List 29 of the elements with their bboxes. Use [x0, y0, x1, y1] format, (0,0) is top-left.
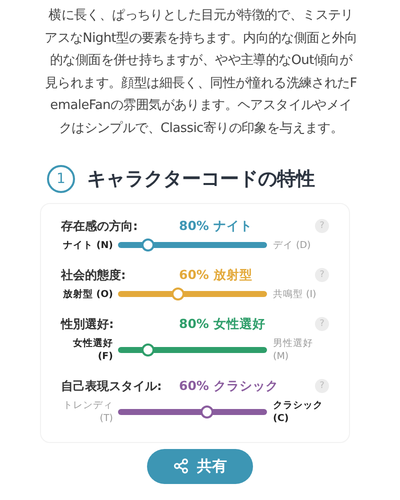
trait-label: 存在感の方向: — [61, 218, 139, 235]
trait-label: 自己表現スタイル: — [61, 378, 163, 395]
pole-label: ナイト (N) — [62, 238, 113, 252]
pole-label: 男性選好 (M) — [273, 336, 314, 363]
trait-label: 性別選好: — [61, 316, 115, 333]
slider-thumb[interactable] — [171, 288, 184, 301]
share-button[interactable]: 共有 — [147, 448, 253, 484]
trait-reading: 60% クラシック — [179, 378, 280, 395]
slider-thumb[interactable] — [141, 238, 154, 252]
pole-label: 共鳴型 (I) — [273, 288, 318, 301]
pole-label: 放射型 (O) — [62, 288, 113, 301]
help-button[interactable]: ? — [315, 379, 329, 394]
pole-label: 女性選好 (F) — [72, 336, 113, 363]
pole-label: トレンディ (T) — [62, 398, 113, 425]
section-number: 1 — [47, 164, 75, 193]
trait-reading: 60% 放射型 — [179, 266, 254, 284]
help-button[interactable]: ? — [315, 268, 329, 282]
share-icon — [173, 458, 189, 474]
trait-reading: 80% ナイト — [179, 218, 254, 235]
pole-label: デイ (D) — [273, 238, 312, 252]
trait-reading: 80% 女性選好 — [179, 316, 266, 333]
section-title: キャラクターコードの特性 — [87, 166, 315, 192]
slider-thumb[interactable] — [141, 343, 154, 356]
help-button[interactable]: ? — [315, 219, 329, 234]
description-text: 横に長く、ぱっちりとした目元が特徴的で、ミステリアスなNight型の要素を持ちます。内向的な側面と外向的な側面を併せ持ちますが、やや主導的なOut傾向が見られます。顔型は細長く、同性が憧れる洗練されたFemaleFanの雰囲気があります。ヘアスタイルやメイクはシンプルで、Classic寄りの印象を与えます。 — [44, 7, 358, 138]
trait-label: 社会的態度: — [61, 266, 127, 284]
help-button[interactable]: ? — [315, 317, 329, 332]
pole-label: クラシック (C) — [273, 398, 324, 425]
slider-thumb[interactable] — [200, 405, 214, 418]
